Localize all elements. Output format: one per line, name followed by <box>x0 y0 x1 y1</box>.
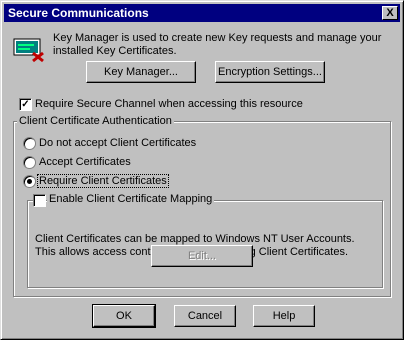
enable-mapping-checkbox[interactable] <box>33 194 46 207</box>
cancel-button[interactable]: Cancel <box>174 305 236 327</box>
title-bar: Secure Communications X <box>4 4 400 22</box>
window-title: Secure Communications <box>8 6 149 20</box>
radio-require-label: Require Client Certificates <box>37 174 169 188</box>
require-secure-channel-checkbox[interactable]: ✓ <box>19 98 32 111</box>
close-button[interactable]: X <box>382 6 398 20</box>
key-manager-button[interactable]: Key Manager... <box>86 61 196 83</box>
radio-require[interactable] <box>23 175 36 188</box>
help-button[interactable]: Help <box>253 305 315 327</box>
intro-text: Key Manager is used to create new Key re… <box>53 32 382 57</box>
radio-accept[interactable] <box>23 156 36 169</box>
key-certificate-icon <box>13 38 44 63</box>
edit-button[interactable]: Edit... <box>151 245 253 267</box>
radio-selected-dot <box>27 179 32 184</box>
ok-button[interactable]: OK <box>92 304 156 328</box>
radio-do-not-accept-label: Do not accept Client Certificates <box>39 137 197 149</box>
enable-mapping-label: Enable Client Certificate Mapping <box>47 193 215 205</box>
radio-do-not-accept[interactable] <box>23 137 36 150</box>
secure-communications-dialog: Secure Communications X Key Manager is u… <box>0 0 404 340</box>
require-secure-channel-label: Require Secure Channel when accessing th… <box>35 98 303 110</box>
radio-accept-label: Accept Certificates <box>39 156 131 168</box>
client-cert-auth-legend: Client Certificate Authentication <box>17 115 174 127</box>
encryption-settings-button[interactable]: Encryption Settings... <box>215 61 325 83</box>
